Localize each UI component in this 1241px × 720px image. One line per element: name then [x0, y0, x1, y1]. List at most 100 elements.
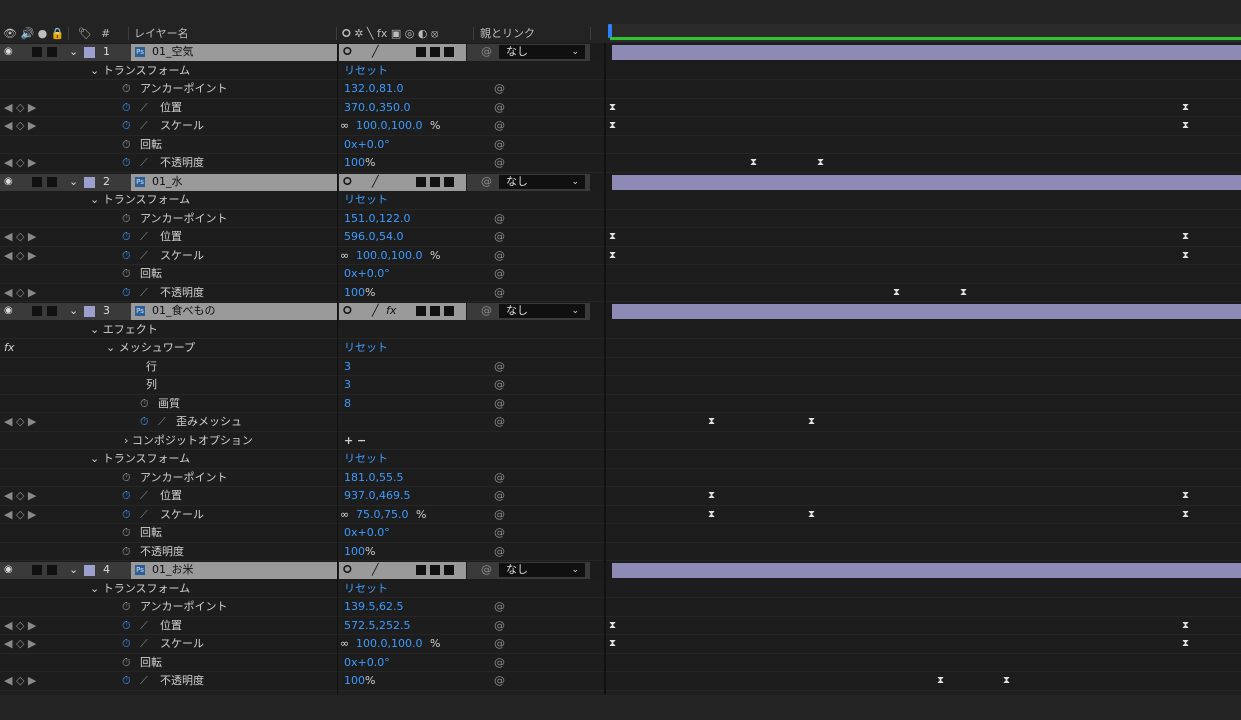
property-row[interactable]: ◀ ◇ ▶ ⏱ ⟋ 位置 937.0,469.5 @ ⧗ ⧗: [0, 487, 1241, 506]
stopwatch-icon[interactable]: ⏱: [122, 247, 131, 265]
quality-switch-icon[interactable]: ╱: [372, 45, 379, 59]
graph-icon[interactable]: ⟋: [140, 506, 148, 524]
expand-chevron-icon[interactable]: ⌄: [69, 43, 78, 61]
rotation-value[interactable]: 0x+0.0°: [344, 524, 390, 542]
anchor-point-value[interactable]: 181.0,55.5: [344, 469, 403, 487]
keyframe-marker[interactable]: ⧗: [609, 620, 616, 631]
column-separator[interactable]: [473, 27, 474, 40]
stopwatch-icon[interactable]: ⏱: [122, 265, 131, 283]
keyframe-marker[interactable]: ⧗: [1182, 121, 1189, 131]
graph-icon[interactable]: ⟋: [140, 99, 148, 117]
property-group-row[interactable]: › コンポジットオプション + −: [0, 431, 1241, 450]
stopwatch-icon[interactable]: ⏱: [122, 617, 131, 635]
property-row[interactable]: ⏱ 回転 0x+0.0° @: [0, 135, 1241, 154]
position-value[interactable]: 937.0,469.5: [344, 487, 410, 505]
shy-switch-icon[interactable]: 🞇: [343, 304, 352, 318]
layer-row[interactable]: ◉ ⌄ 1 Ps 01_空気 🞇 ╱ @ なし ⌄: [0, 43, 1241, 62]
composite-options-group[interactable]: › コンポジットオプション: [124, 432, 253, 450]
reset-link[interactable]: リセット: [344, 580, 388, 598]
pickwhip-icon[interactable]: @: [494, 413, 505, 431]
scale-value[interactable]: 100.0,100.0: [356, 247, 422, 265]
stopwatch-icon[interactable]: ⏱: [122, 284, 131, 302]
fx-icon[interactable]: fx: [4, 339, 14, 357]
expand-chevron-icon[interactable]: ⌄: [69, 561, 78, 579]
graph-icon[interactable]: ⟋: [140, 635, 148, 653]
stopwatch-icon[interactable]: ⏱: [122, 80, 131, 98]
opacity-value[interactable]: 100: [344, 154, 365, 172]
reset-link[interactable]: リセット: [344, 450, 388, 468]
adjustment-switch[interactable]: [444, 306, 454, 316]
keyframe-marker[interactable]: ⧗: [609, 102, 616, 113]
keyframe-marker[interactable]: ⧗: [1182, 639, 1189, 649]
graph-icon[interactable]: ⟋: [158, 413, 166, 431]
keyframe-navigator[interactable]: ◀ ◇ ▶: [4, 154, 36, 172]
quality-switch-icon[interactable]: ╱: [372, 175, 379, 189]
keyframe-navigator[interactable]: ◀ ◇ ▶: [4, 506, 36, 524]
eye-icon[interactable]: ◉: [4, 564, 14, 576]
layer-name[interactable]: 01_お米: [152, 561, 194, 579]
layer-name[interactable]: 01_空気: [152, 43, 194, 61]
blend-switch[interactable]: [416, 176, 426, 187]
pickwhip-icon[interactable]: @: [481, 173, 492, 191]
keyframe-navigator[interactable]: ◀ ◇ ▶: [4, 413, 36, 431]
label-color-chip[interactable]: [84, 565, 95, 576]
solo-toggle[interactable]: [32, 565, 42, 575]
pickwhip-icon[interactable]: @: [494, 247, 505, 265]
keyframe-marker[interactable]: ⧗: [1182, 491, 1189, 501]
position-value[interactable]: 572.5,252.5: [344, 617, 410, 635]
property-row[interactable]: 行 3 @: [0, 357, 1241, 376]
keyframe-marker[interactable]: ⧗: [609, 639, 616, 649]
keyframe-navigator[interactable]: ◀ ◇ ▶: [4, 228, 36, 246]
pickwhip-icon[interactable]: @: [494, 543, 505, 561]
keyframe-navigator[interactable]: ◀ ◇ ▶: [4, 672, 36, 690]
adjustment-switch[interactable]: [444, 176, 454, 187]
solo-toggle[interactable]: [32, 47, 42, 57]
graph-icon[interactable]: ⟋: [140, 617, 148, 635]
transform-group-label[interactable]: ⌄ トランスフォーム: [90, 191, 190, 209]
layer-row[interactable]: ◉ ⌄ 3 Ps 01_食べもの 🞇 ╱ fx @ なし ⌄: [0, 302, 1241, 321]
pickwhip-icon[interactable]: @: [494, 154, 505, 172]
anchor-point-value[interactable]: 151.0,122.0: [344, 210, 410, 228]
keyframe-marker[interactable]: ⧗: [708, 509, 715, 520]
columns-value[interactable]: 3: [344, 376, 351, 394]
property-row[interactable]: ◀ ◇ ▶ ⏱ ⟋ 歪みメッシュ @ ⧗ ⧗: [0, 413, 1241, 432]
graph-icon[interactable]: ⟋: [140, 284, 148, 302]
keyframe-marker[interactable]: ⧗: [708, 491, 715, 501]
parent-link-header[interactable]: 親とリンク: [480, 26, 535, 41]
opacity-value[interactable]: 100: [344, 543, 365, 561]
layer-duration-bar[interactable]: [612, 45, 1241, 60]
keyframe-navigator[interactable]: ◀ ◇ ▶: [4, 635, 36, 653]
keyframe-marker[interactable]: ⧗: [1182, 250, 1189, 261]
rotation-value[interactable]: 0x+0.0°: [344, 265, 390, 283]
current-time-indicator[interactable]: [608, 24, 612, 38]
pickwhip-icon[interactable]: @: [494, 136, 505, 154]
motion-blur-switch[interactable]: [430, 565, 440, 575]
constrain-link-icon[interactable]: ∞: [340, 506, 349, 524]
stopwatch-icon[interactable]: ⏱: [122, 469, 131, 487]
property-row[interactable]: ◀ ◇ ▶ ⏱ ⟋ スケール ∞ 100.0,100.0 % @ ⧗ ⧗: [0, 635, 1241, 654]
transform-group-label[interactable]: ⌄ トランスフォーム: [90, 580, 190, 598]
property-row[interactable]: ◀ ◇ ▶ ⏱ ⟋ 位置 370.0,350.0 @ ⧗ ⧗: [0, 98, 1241, 117]
time-ruler[interactable]: [608, 24, 1241, 42]
stopwatch-icon[interactable]: ⏱: [122, 543, 131, 561]
switches-header[interactable]: 🞇 ✲ ╲ fx ▣ ◎ ◐ ⦻: [342, 26, 438, 41]
reset-link[interactable]: リセット: [344, 191, 388, 209]
stopwatch-icon[interactable]: ⏱: [122, 598, 131, 616]
scale-value[interactable]: 100.0,100.0: [356, 635, 422, 653]
stopwatch-icon[interactable]: ⏱: [140, 395, 149, 413]
pickwhip-icon[interactable]: @: [494, 284, 505, 302]
property-group-row[interactable]: ⌄ トランスフォーム リセット: [0, 450, 1241, 469]
position-value[interactable]: 370.0,350.0: [344, 99, 410, 117]
layer-name[interactable]: 01_水: [152, 173, 183, 191]
scale-value[interactable]: 75.0,75.0: [356, 506, 408, 524]
pickwhip-icon[interactable]: @: [494, 524, 505, 542]
eye-icon[interactable]: ◉: [4, 305, 14, 317]
property-row[interactable]: ◀ ◇ ▶ ⏱ ⟋ 不透明度 100 % @ ⧗ ⧗: [0, 154, 1241, 173]
scale-value[interactable]: 100.0,100.0: [356, 117, 422, 135]
layer-name-header[interactable]: レイヤー名: [134, 26, 189, 41]
label-header-icon[interactable]: 🏷: [78, 26, 92, 41]
pickwhip-icon[interactable]: @: [494, 99, 505, 117]
column-separator[interactable]: [68, 27, 69, 40]
motion-blur-switch[interactable]: [430, 176, 440, 187]
lock-toggle[interactable]: [47, 176, 57, 187]
